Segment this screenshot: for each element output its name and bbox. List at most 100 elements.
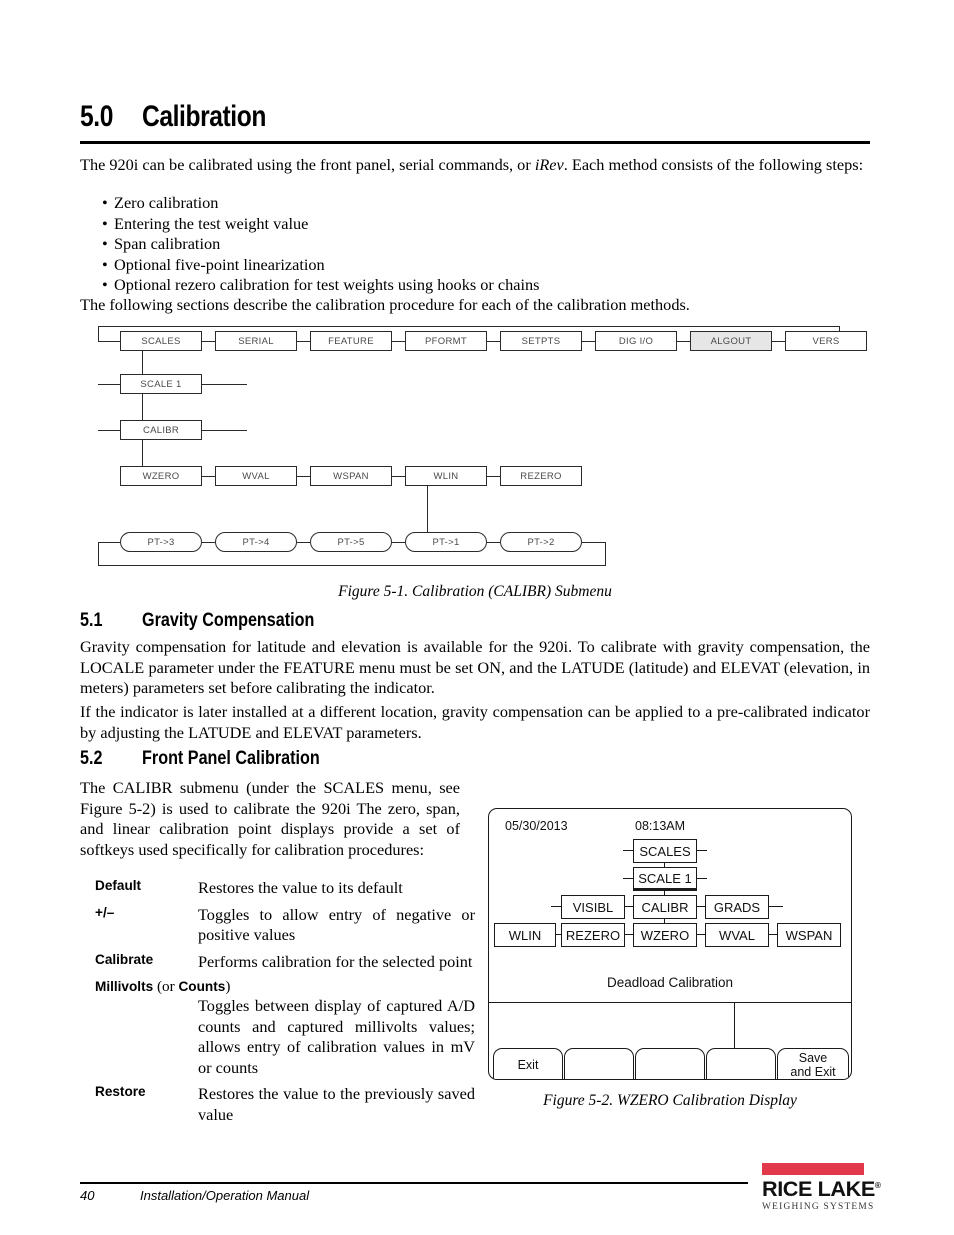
bullet-marker: • — [102, 193, 108, 212]
flow-loop-right-drop — [605, 542, 606, 566]
bullet-marker: • — [102, 234, 108, 253]
flow-link-setpts-digio — [582, 341, 595, 342]
footer-rule — [80, 1182, 748, 1184]
flow-box-pt2[interactable]: PT->2 — [500, 532, 582, 552]
definition-row-default: Default Restores the value to its defaul… — [95, 878, 475, 899]
display-link-wval-wspan — [769, 934, 777, 936]
softkey-2[interactable] — [564, 1048, 634, 1079]
flow-link-wlin-rezero — [487, 476, 500, 477]
display-link-wzero-wval — [697, 934, 705, 936]
section-heading-5-1: 5.1 Gravity Compensation — [80, 610, 314, 632]
flow-box-algout[interactable]: ALGOUT — [690, 331, 772, 351]
display-time: 08:13AM — [635, 819, 686, 833]
display-link-scale1-right — [697, 878, 707, 880]
display-link-visibl-left — [551, 906, 561, 908]
list-item-label: Optional rezero calibration for test wei… — [114, 275, 540, 294]
display-menu-grads[interactable]: GRADS — [705, 895, 769, 919]
flow-box-pt3[interactable]: PT->3 — [120, 532, 202, 552]
logo-wordmark-text: RICE LAKE — [762, 1178, 875, 1201]
section-number: 5.0 — [80, 100, 113, 133]
flow-connector-out-scale1 — [202, 384, 247, 385]
softkey-exit[interactable]: Exit — [493, 1048, 563, 1079]
softkey-definition-list: Default Restores the value to its defaul… — [95, 878, 475, 1125]
intro-paragraph: The 920i can be calibrated using the fro… — [80, 155, 870, 176]
flow-box-pt4[interactable]: PT->4 — [215, 532, 297, 552]
flow-link-pt3-pt4 — [202, 542, 215, 543]
section-5-2-number: 5.2 — [80, 748, 103, 769]
flow-box-dig-io[interactable]: DIG I/O — [595, 331, 677, 351]
flow-box-wzero[interactable]: WZERO — [120, 466, 202, 486]
flow-connector-in-scale1 — [98, 384, 120, 385]
display-link-calibr-grads — [697, 906, 705, 908]
display-menu-wzero[interactable]: WZERO — [633, 923, 697, 947]
flow-link-wval-wspan — [297, 476, 310, 477]
definition-term-label: Restore — [95, 1084, 146, 1099]
display-softkey-divider — [734, 1002, 736, 1049]
figure-5-1-caption: Figure 5-1. Calibration (CALIBR) Submenu — [338, 583, 612, 600]
list-item: • Optional rezero calibration for test we… — [80, 275, 870, 296]
bullet-marker: • — [102, 213, 108, 233]
section-heading-5-2: 5.2 Front Panel Calibration — [80, 748, 320, 770]
display-menu-wlin[interactable]: WLIN — [494, 923, 556, 947]
flow-box-feature[interactable]: FEATURE — [310, 331, 392, 351]
definition-term-label: Default — [95, 878, 142, 893]
display-link-scales-left — [623, 850, 633, 852]
definition-row-restore: Restore Restores the value to the previo… — [95, 1084, 475, 1125]
display-menu-wspan[interactable]: WSPAN — [777, 923, 841, 947]
section-5-2-title: Front Panel Calibration — [142, 748, 320, 769]
flow-box-scale1[interactable]: SCALE 1 — [120, 374, 202, 394]
definition-description: Restores the value to the previously sav… — [198, 1084, 475, 1124]
flow-box-scales[interactable]: SCALES — [120, 331, 202, 351]
section-5-1-number: 5.1 — [80, 610, 103, 631]
softkey-4[interactable] — [706, 1048, 776, 1079]
display-menu-rezero[interactable]: REZERO — [561, 923, 625, 947]
flow-box-pt1[interactable]: PT->1 — [405, 532, 487, 552]
display-menu-wval[interactable]: WVAL — [705, 923, 769, 947]
softkey-3[interactable] — [635, 1048, 705, 1079]
flow-box-pformt[interactable]: PFORMT — [405, 331, 487, 351]
definition-row-calibrate: Calibrate Performs calibration for the s… — [95, 952, 475, 973]
flow-loop-left-rise — [98, 542, 99, 566]
flow-box-wval[interactable]: WVAL — [215, 466, 297, 486]
list-item-label: Span calibration — [114, 234, 221, 253]
definition-description: Toggles between display of captured A/D … — [198, 996, 475, 1077]
list-item-label: Zero calibration — [114, 193, 219, 212]
document-page: 5.0 Calibration The 920i can be calibrate… — [0, 0, 954, 1235]
list-item: • Entering the test weight value — [80, 214, 870, 235]
bullet-marker: • — [102, 254, 108, 274]
flow-box-wspan[interactable]: WSPAN — [310, 466, 392, 486]
flow-connector-in-scales — [98, 341, 120, 342]
intro-text-italic: iRev — [534, 155, 564, 174]
flow-loop-bottom — [98, 565, 606, 566]
display-status-text: Deadload Calibration — [606, 975, 734, 990]
definition-term-label: Calibrate — [95, 951, 154, 967]
flow-box-setpts[interactable]: SETPTS — [500, 331, 582, 351]
flow-link-pt1-pt2 — [487, 542, 500, 543]
flow-box-wlin[interactable]: WLIN — [405, 466, 487, 486]
definition-row-millivolts: Millivolts (or Counts) Toggles between d… — [95, 978, 475, 1078]
logo-wordmark: RICE LAKE® — [762, 1175, 881, 1201]
intro-text-after: . Each method consists of the following … — [563, 155, 864, 174]
rice-lake-logo: RICE LAKE® WEIGHING SYSTEMS — [762, 1163, 881, 1212]
flow-box-serial[interactable]: SERIAL — [215, 331, 297, 351]
definition-description: Performs calibration for the selected po… — [198, 951, 473, 971]
definition-term: Calibrate — [95, 952, 153, 967]
flow-frame-left-drop — [98, 326, 99, 341]
flow-box-rezero[interactable]: REZERO — [500, 466, 582, 486]
list-item-label: Entering the test weight value — [114, 213, 309, 233]
flow-box-calibr[interactable]: CALIBR — [120, 420, 202, 440]
flow-loop-right-stub — [582, 542, 606, 543]
flow-box-pt5[interactable]: PT->5 — [310, 532, 392, 552]
display-menu-scales[interactable]: SCALES — [633, 839, 697, 863]
display-menu-calibr[interactable]: CALIBR — [633, 895, 697, 919]
flow-box-vers[interactable]: VERS — [785, 331, 867, 351]
logo-red-bar — [762, 1163, 864, 1175]
section-title: Calibration — [142, 100, 266, 133]
softkey-save-and-exit[interactable]: Save and Exit — [777, 1048, 849, 1079]
display-menu-scale1[interactable]: SCALE 1 — [633, 867, 697, 891]
flow-link-pt5-pt1 — [392, 542, 405, 543]
display-date: 05/30/2013 — [505, 819, 568, 833]
figure-5-2-display-panel: 05/30/2013 08:13AM SCALES SCALE 1 VISIBL… — [488, 808, 852, 1080]
display-menu-visibl[interactable]: VISIBL — [561, 895, 625, 919]
flow-link-wzero-wval — [202, 476, 215, 477]
